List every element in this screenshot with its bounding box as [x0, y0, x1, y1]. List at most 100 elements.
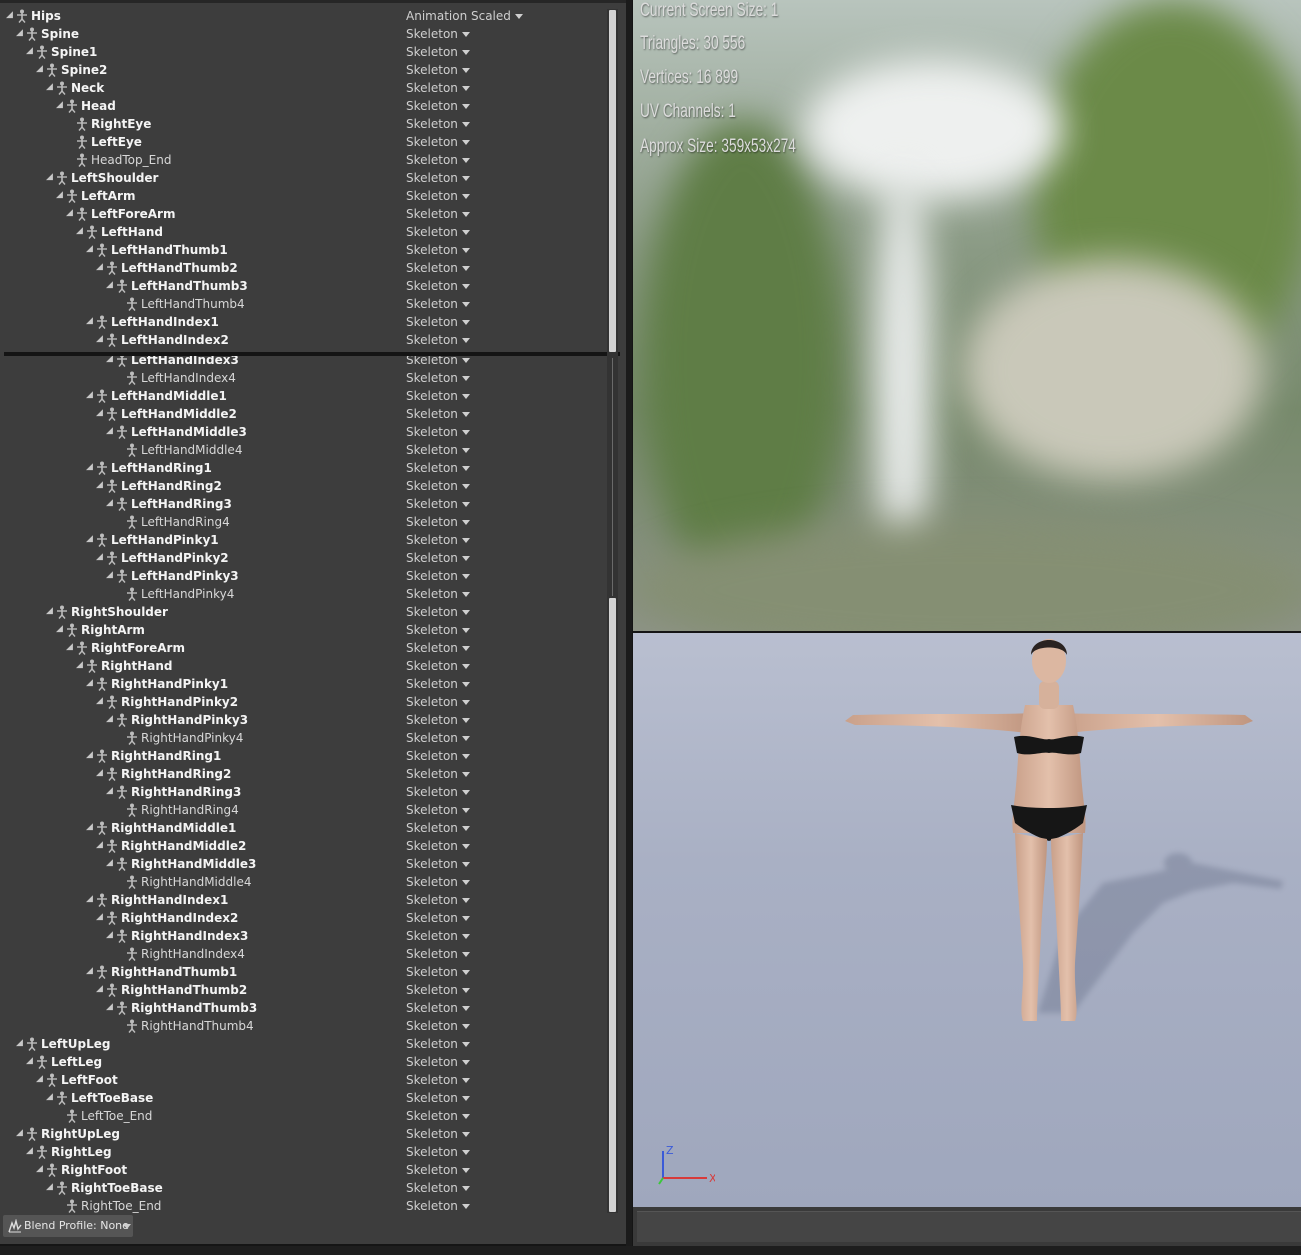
bone-row[interactable]: ◢ LeftHandThumb1 Skeleton [0, 241, 606, 259]
translation-retargeting-dropdown[interactable]: Skeleton [406, 25, 470, 43]
bone-row[interactable]: ◢ RightHandIndex1 Skeleton [0, 891, 606, 909]
translation-retargeting-dropdown[interactable]: Skeleton [406, 1197, 470, 1215]
translation-retargeting-dropdown[interactable]: Skeleton [406, 97, 470, 115]
translation-retargeting-dropdown[interactable]: Skeleton [406, 1035, 470, 1053]
bone-row[interactable]: ◢ LeftForeArm Skeleton [0, 205, 606, 223]
translation-retargeting-dropdown[interactable]: Skeleton [406, 259, 470, 277]
translation-retargeting-dropdown[interactable]: Skeleton [406, 747, 470, 765]
expand-arrow-icon[interactable]: ◢ [96, 549, 106, 565]
bone-row[interactable]: ◢ LeftFoot Skeleton [0, 1071, 606, 1089]
bone-row[interactable]: ◢ LeftHandRing1 Skeleton [0, 459, 606, 477]
bone-row[interactable]: ◢ RightHand Skeleton [0, 657, 606, 675]
translation-retargeting-dropdown[interactable]: Skeleton [406, 295, 470, 313]
translation-retargeting-dropdown[interactable]: Skeleton [406, 1071, 470, 1089]
translation-retargeting-dropdown[interactable]: Skeleton [406, 693, 470, 711]
expand-arrow-icon[interactable]: ◢ [26, 43, 36, 59]
translation-retargeting-dropdown[interactable]: Skeleton [406, 657, 470, 675]
translation-retargeting-dropdown[interactable]: Skeleton [406, 675, 470, 693]
bone-row[interactable]: ◢ LeftShoulder Skeleton [0, 169, 606, 187]
translation-retargeting-dropdown[interactable]: Skeleton [406, 1143, 470, 1161]
expand-arrow-icon[interactable]: ◢ [86, 459, 96, 475]
expand-arrow-icon[interactable]: ◢ [86, 241, 96, 257]
translation-retargeting-dropdown[interactable]: Skeleton [406, 133, 470, 151]
bone-row[interactable]: ◢ Head Skeleton [0, 97, 606, 115]
bone-row[interactable]: ◢ RightHandPinky2 Skeleton [0, 693, 606, 711]
bone-row[interactable]: ◢ RightHandRing1 Skeleton [0, 747, 606, 765]
expand-arrow-icon[interactable]: ◢ [76, 223, 86, 239]
expand-arrow-icon[interactable]: ◢ [36, 61, 46, 77]
expand-arrow-icon[interactable]: ◢ [106, 999, 116, 1015]
translation-retargeting-dropdown[interactable]: Skeleton [406, 423, 470, 441]
bone-row[interactable]: ◢ LeftUpLeg Skeleton [0, 1035, 606, 1053]
bone-row[interactable]: ◢ RightHandMiddle1 Skeleton [0, 819, 606, 837]
expand-arrow-icon[interactable]: ◢ [16, 25, 26, 41]
expand-arrow-icon[interactable]: ◢ [86, 675, 96, 691]
expand-arrow-icon[interactable]: ◢ [106, 783, 116, 799]
bone-row[interactable]: ◢ RightLeg Skeleton [0, 1143, 606, 1161]
translation-retargeting-dropdown[interactable]: Skeleton [406, 603, 470, 621]
expand-arrow-icon[interactable]: ◢ [96, 477, 106, 493]
translation-retargeting-dropdown[interactable]: Skeleton [406, 1107, 470, 1125]
expand-arrow-icon[interactable]: ◢ [96, 693, 106, 709]
translation-retargeting-dropdown[interactable]: Skeleton [406, 1017, 470, 1035]
bone-row[interactable]: RightToe_End Skeleton [0, 1197, 606, 1215]
expand-arrow-icon[interactable]: ◢ [96, 981, 106, 997]
expand-arrow-icon[interactable]: ◢ [96, 405, 106, 421]
translation-retargeting-dropdown[interactable]: Skeleton [406, 477, 470, 495]
translation-retargeting-dropdown[interactable]: Skeleton [406, 459, 470, 477]
translation-retargeting-dropdown[interactable]: Skeleton [406, 837, 470, 855]
translation-retargeting-dropdown[interactable]: Skeleton [406, 79, 470, 97]
translation-retargeting-dropdown[interactable]: Skeleton [406, 927, 470, 945]
expand-arrow-icon[interactable]: ◢ [46, 603, 56, 619]
bone-row[interactable]: ◢ LeftHandRing2 Skeleton [0, 477, 606, 495]
bone-row[interactable]: LeftToe_End Skeleton [0, 1107, 606, 1125]
bone-row[interactable]: ◢ LeftHandPinky2 Skeleton [0, 549, 606, 567]
translation-retargeting-dropdown[interactable]: Skeleton [406, 567, 470, 585]
bone-row[interactable]: ◢ Neck Skeleton [0, 79, 606, 97]
translation-retargeting-dropdown[interactable]: Skeleton [406, 621, 470, 639]
translation-retargeting-dropdown[interactable]: Skeleton [406, 277, 470, 295]
expand-arrow-icon[interactable]: ◢ [106, 567, 116, 583]
expand-arrow-icon[interactable]: ◢ [86, 531, 96, 547]
scene-viewport[interactable]: Z X [633, 633, 1301, 1207]
translation-retargeting-dropdown[interactable]: Skeleton [406, 873, 470, 891]
translation-retargeting-dropdown[interactable]: Skeleton [406, 531, 470, 549]
translation-retargeting-dropdown[interactable]: Skeleton [406, 513, 470, 531]
translation-retargeting-dropdown[interactable]: Skeleton [406, 405, 470, 423]
translation-retargeting-dropdown[interactable]: Skeleton [406, 1161, 470, 1179]
expand-arrow-icon[interactable]: ◢ [86, 747, 96, 763]
translation-retargeting-dropdown[interactable]: Skeleton [406, 223, 470, 241]
expand-arrow-icon[interactable]: ◢ [96, 331, 106, 347]
translation-retargeting-dropdown[interactable]: Skeleton [406, 169, 470, 187]
expand-arrow-icon[interactable]: ◢ [96, 765, 106, 781]
bone-row[interactable]: ◢ Spine2 Skeleton [0, 61, 606, 79]
translation-retargeting-dropdown[interactable]: Skeleton [406, 151, 470, 169]
bone-row[interactable]: ◢ LeftHandMiddle3 Skeleton [0, 423, 606, 441]
blend-profile-button[interactable]: Blend Profile: None [3, 1215, 133, 1237]
bone-row[interactable]: ◢ RightForeArm Skeleton [0, 639, 606, 657]
translation-retargeting-dropdown[interactable]: Skeleton [406, 909, 470, 927]
translation-retargeting-dropdown[interactable]: Skeleton [406, 441, 470, 459]
expand-arrow-icon[interactable]: ◢ [106, 855, 116, 871]
translation-retargeting-dropdown[interactable]: Skeleton [406, 205, 470, 223]
expand-arrow-icon[interactable]: ◢ [106, 711, 116, 727]
expand-arrow-icon[interactable]: ◢ [56, 187, 66, 203]
translation-retargeting-dropdown[interactable]: Skeleton [406, 999, 470, 1017]
translation-retargeting-dropdown[interactable]: Skeleton [406, 387, 470, 405]
translation-retargeting-dropdown[interactable]: Skeleton [406, 981, 470, 999]
bone-row[interactable]: ◢ RightHandIndex3 Skeleton [0, 927, 606, 945]
bone-row[interactable]: LeftHandThumb4 Skeleton [0, 295, 606, 313]
bone-row[interactable]: LeftHandMiddle4 Skeleton [0, 441, 606, 459]
bone-row[interactable]: ◢ LeftHandPinky1 Skeleton [0, 531, 606, 549]
expand-arrow-icon[interactable]: ◢ [16, 1125, 26, 1141]
translation-retargeting-dropdown[interactable]: Skeleton [406, 801, 470, 819]
bone-row[interactable]: ◢ LeftHandPinky3 Skeleton [0, 567, 606, 585]
bone-row[interactable]: ◢ RightHandRing3 Skeleton [0, 783, 606, 801]
translation-retargeting-dropdown[interactable]: Skeleton [406, 43, 470, 61]
bone-row[interactable]: ◢ LeftArm Skeleton [0, 187, 606, 205]
bone-row[interactable]: RightHandThumb4 Skeleton [0, 1017, 606, 1035]
translation-retargeting-dropdown[interactable]: Skeleton [406, 549, 470, 567]
translation-retargeting-dropdown[interactable]: Skeleton [406, 819, 470, 837]
bone-row[interactable]: ◢ RightHandThumb2 Skeleton [0, 981, 606, 999]
tree-scrollbar-thumb-upper[interactable] [609, 10, 616, 352]
